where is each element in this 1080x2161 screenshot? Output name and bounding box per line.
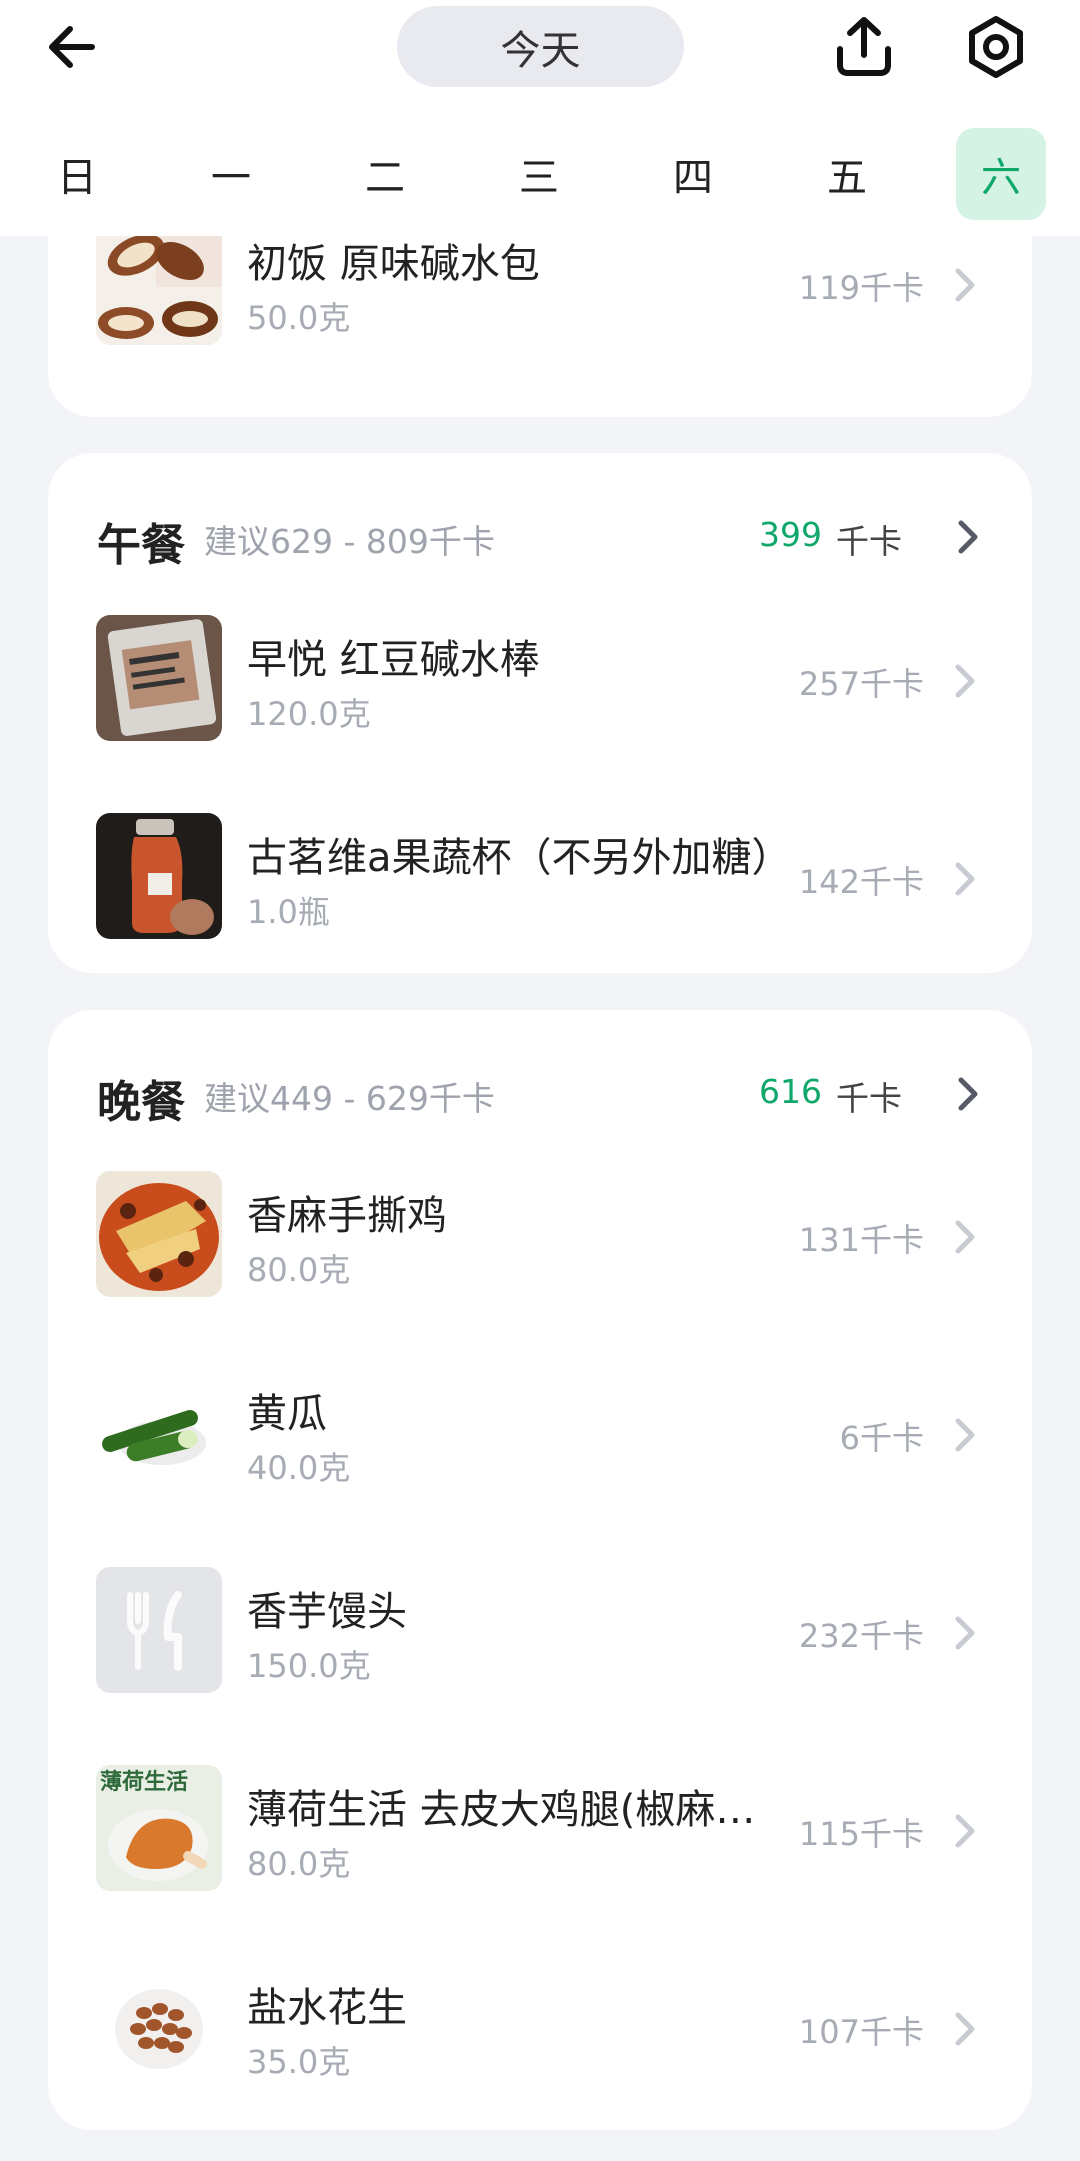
weekday-tabs: 日 一 二 三 四 五 六 xyxy=(0,128,1080,220)
lunch-header[interactable]: 午餐 建议629 - 809千卡 399 千卡 xyxy=(48,453,1032,571)
chevron-right-icon xyxy=(955,2012,975,2046)
chevron-right-icon xyxy=(955,1418,975,1452)
meal-suggestion: 建议449 - 629千卡 xyxy=(204,1079,495,1118)
meal-title: 午餐 xyxy=(97,520,185,571)
food-quantity: 35.0克 xyxy=(247,2043,351,2081)
food-calories: 107千卡 xyxy=(798,2013,924,2051)
dinner-card: 晚餐 建议449 - 629千卡 616 千卡 香麻手撕鸡 80.0克 131千… xyxy=(48,1010,1032,2130)
food-name: 早悦 红豆碱水棒 xyxy=(247,637,540,683)
meal-title: 晚餐 xyxy=(97,1077,185,1128)
chevron-right-icon xyxy=(955,1220,975,1254)
food-quantity: 80.0克 xyxy=(247,1251,351,1289)
meal-total-group: 399 千卡 xyxy=(759,515,902,563)
chevron-right-icon xyxy=(955,268,975,302)
meal-total-group: 616 千卡 xyxy=(759,1072,902,1120)
food-name: 古茗维a果蔬杯（不另外加糖） xyxy=(247,835,792,881)
food-thumbnail xyxy=(96,1963,222,2089)
food-thumbnail xyxy=(96,1171,222,1297)
food-name: 薄荷生活 去皮大鸡腿(椒麻… xyxy=(247,1787,756,1833)
back-button[interactable] xyxy=(27,2,117,92)
food-name: 盐水花生 xyxy=(247,1985,407,2031)
food-quantity: 150.0克 xyxy=(247,1647,371,1685)
food-thumbnail xyxy=(96,1369,222,1495)
food-item[interactable]: 薄荷生活 薄荷生活 去皮大鸡腿(椒麻… 80.0克 115千卡 xyxy=(48,1765,1032,1963)
weekday-tab-fri[interactable]: 五 xyxy=(802,128,892,220)
meal-total: 616 xyxy=(759,1072,822,1111)
lunch-card: 午餐 建议629 - 809千卡 399 千卡 早悦 红豆碱水棒 120.0克 … xyxy=(48,453,1032,973)
settings-button[interactable] xyxy=(951,2,1041,92)
share-button[interactable] xyxy=(819,2,909,92)
food-name: 初饭 原味碱水包 xyxy=(247,241,540,287)
top-bar: 今天 日 一 二 三 四 五 六 xyxy=(0,0,1080,236)
food-calories: 131千卡 xyxy=(798,1221,924,1259)
food-calories: 257千卡 xyxy=(798,665,924,703)
date-selector[interactable]: 今天 xyxy=(397,6,684,87)
chevron-right-icon xyxy=(955,1616,975,1650)
food-calories: 142千卡 xyxy=(798,863,924,901)
food-item[interactable]: 早悦 红豆碱水棒 120.0克 257千卡 xyxy=(48,615,1032,813)
weekday-tab-wed[interactable]: 三 xyxy=(494,128,584,220)
food-name: 香麻手撕鸡 xyxy=(247,1193,447,1239)
chevron-right-icon xyxy=(955,664,975,698)
share-upload-icon xyxy=(837,17,891,76)
brand-logo-text: 薄荷生活 xyxy=(100,1770,188,1795)
meal-total-unit: 千卡 xyxy=(836,522,902,561)
food-quantity: 120.0克 xyxy=(247,695,371,733)
food-item[interactable]: 香芋馒头 150.0克 232千卡 xyxy=(48,1567,1032,1765)
chevron-right-icon xyxy=(955,862,975,896)
food-item[interactable]: 香麻手撕鸡 80.0克 131千卡 xyxy=(48,1171,1032,1369)
weekday-tab-thu[interactable]: 四 xyxy=(648,128,738,220)
food-thumbnail xyxy=(96,615,222,741)
date-label: 今天 xyxy=(500,27,581,74)
fork-knife-placeholder-icon xyxy=(96,1567,222,1693)
food-quantity: 1.0瓶 xyxy=(247,893,330,931)
food-thumbnail xyxy=(96,813,222,939)
dinner-header[interactable]: 晚餐 建议449 - 629千卡 616 千卡 xyxy=(48,1010,1032,1128)
weekday-tab-mon[interactable]: 一 xyxy=(186,128,276,220)
food-thumbnail xyxy=(96,219,222,345)
chevron-right-icon xyxy=(958,1077,978,1111)
food-quantity: 80.0克 xyxy=(247,1845,351,1883)
food-calories: 119千卡 xyxy=(798,269,924,307)
meal-total-unit: 千卡 xyxy=(836,1079,902,1118)
food-calories: 6千卡 xyxy=(839,1419,924,1457)
chevron-right-icon xyxy=(955,1814,975,1848)
food-thumbnail: 薄荷生活 xyxy=(96,1765,222,1891)
food-item[interactable]: 黄瓜 40.0克 6千卡 xyxy=(48,1369,1032,1567)
food-item[interactable]: 盐水花生 35.0克 107千卡 xyxy=(48,1963,1032,2161)
food-quantity: 40.0克 xyxy=(247,1449,351,1487)
food-calories: 115千卡 xyxy=(798,1815,924,1853)
food-item[interactable]: 古茗维a果蔬杯（不另外加糖） 1.0瓶 142千卡 xyxy=(48,813,1032,1011)
food-calories: 232千卡 xyxy=(798,1617,924,1655)
weekday-tab-tue[interactable]: 二 xyxy=(340,128,430,220)
food-item[interactable]: 初饭 原味碱水包 50.0克 119千卡 xyxy=(48,219,1032,417)
settings-hex-icon xyxy=(969,16,1023,78)
meal-total: 399 xyxy=(759,515,822,554)
food-name: 香芋馒头 xyxy=(247,1589,407,1635)
food-quantity: 50.0克 xyxy=(247,299,351,337)
meal-suggestion: 建议629 - 809千卡 xyxy=(204,522,495,561)
weekday-tab-sun[interactable]: 日 xyxy=(32,128,122,220)
arrow-left-icon xyxy=(49,26,95,68)
chevron-right-icon xyxy=(958,520,978,554)
weekday-tab-sat[interactable]: 六 xyxy=(956,128,1046,220)
food-name: 黄瓜 xyxy=(247,1391,327,1437)
